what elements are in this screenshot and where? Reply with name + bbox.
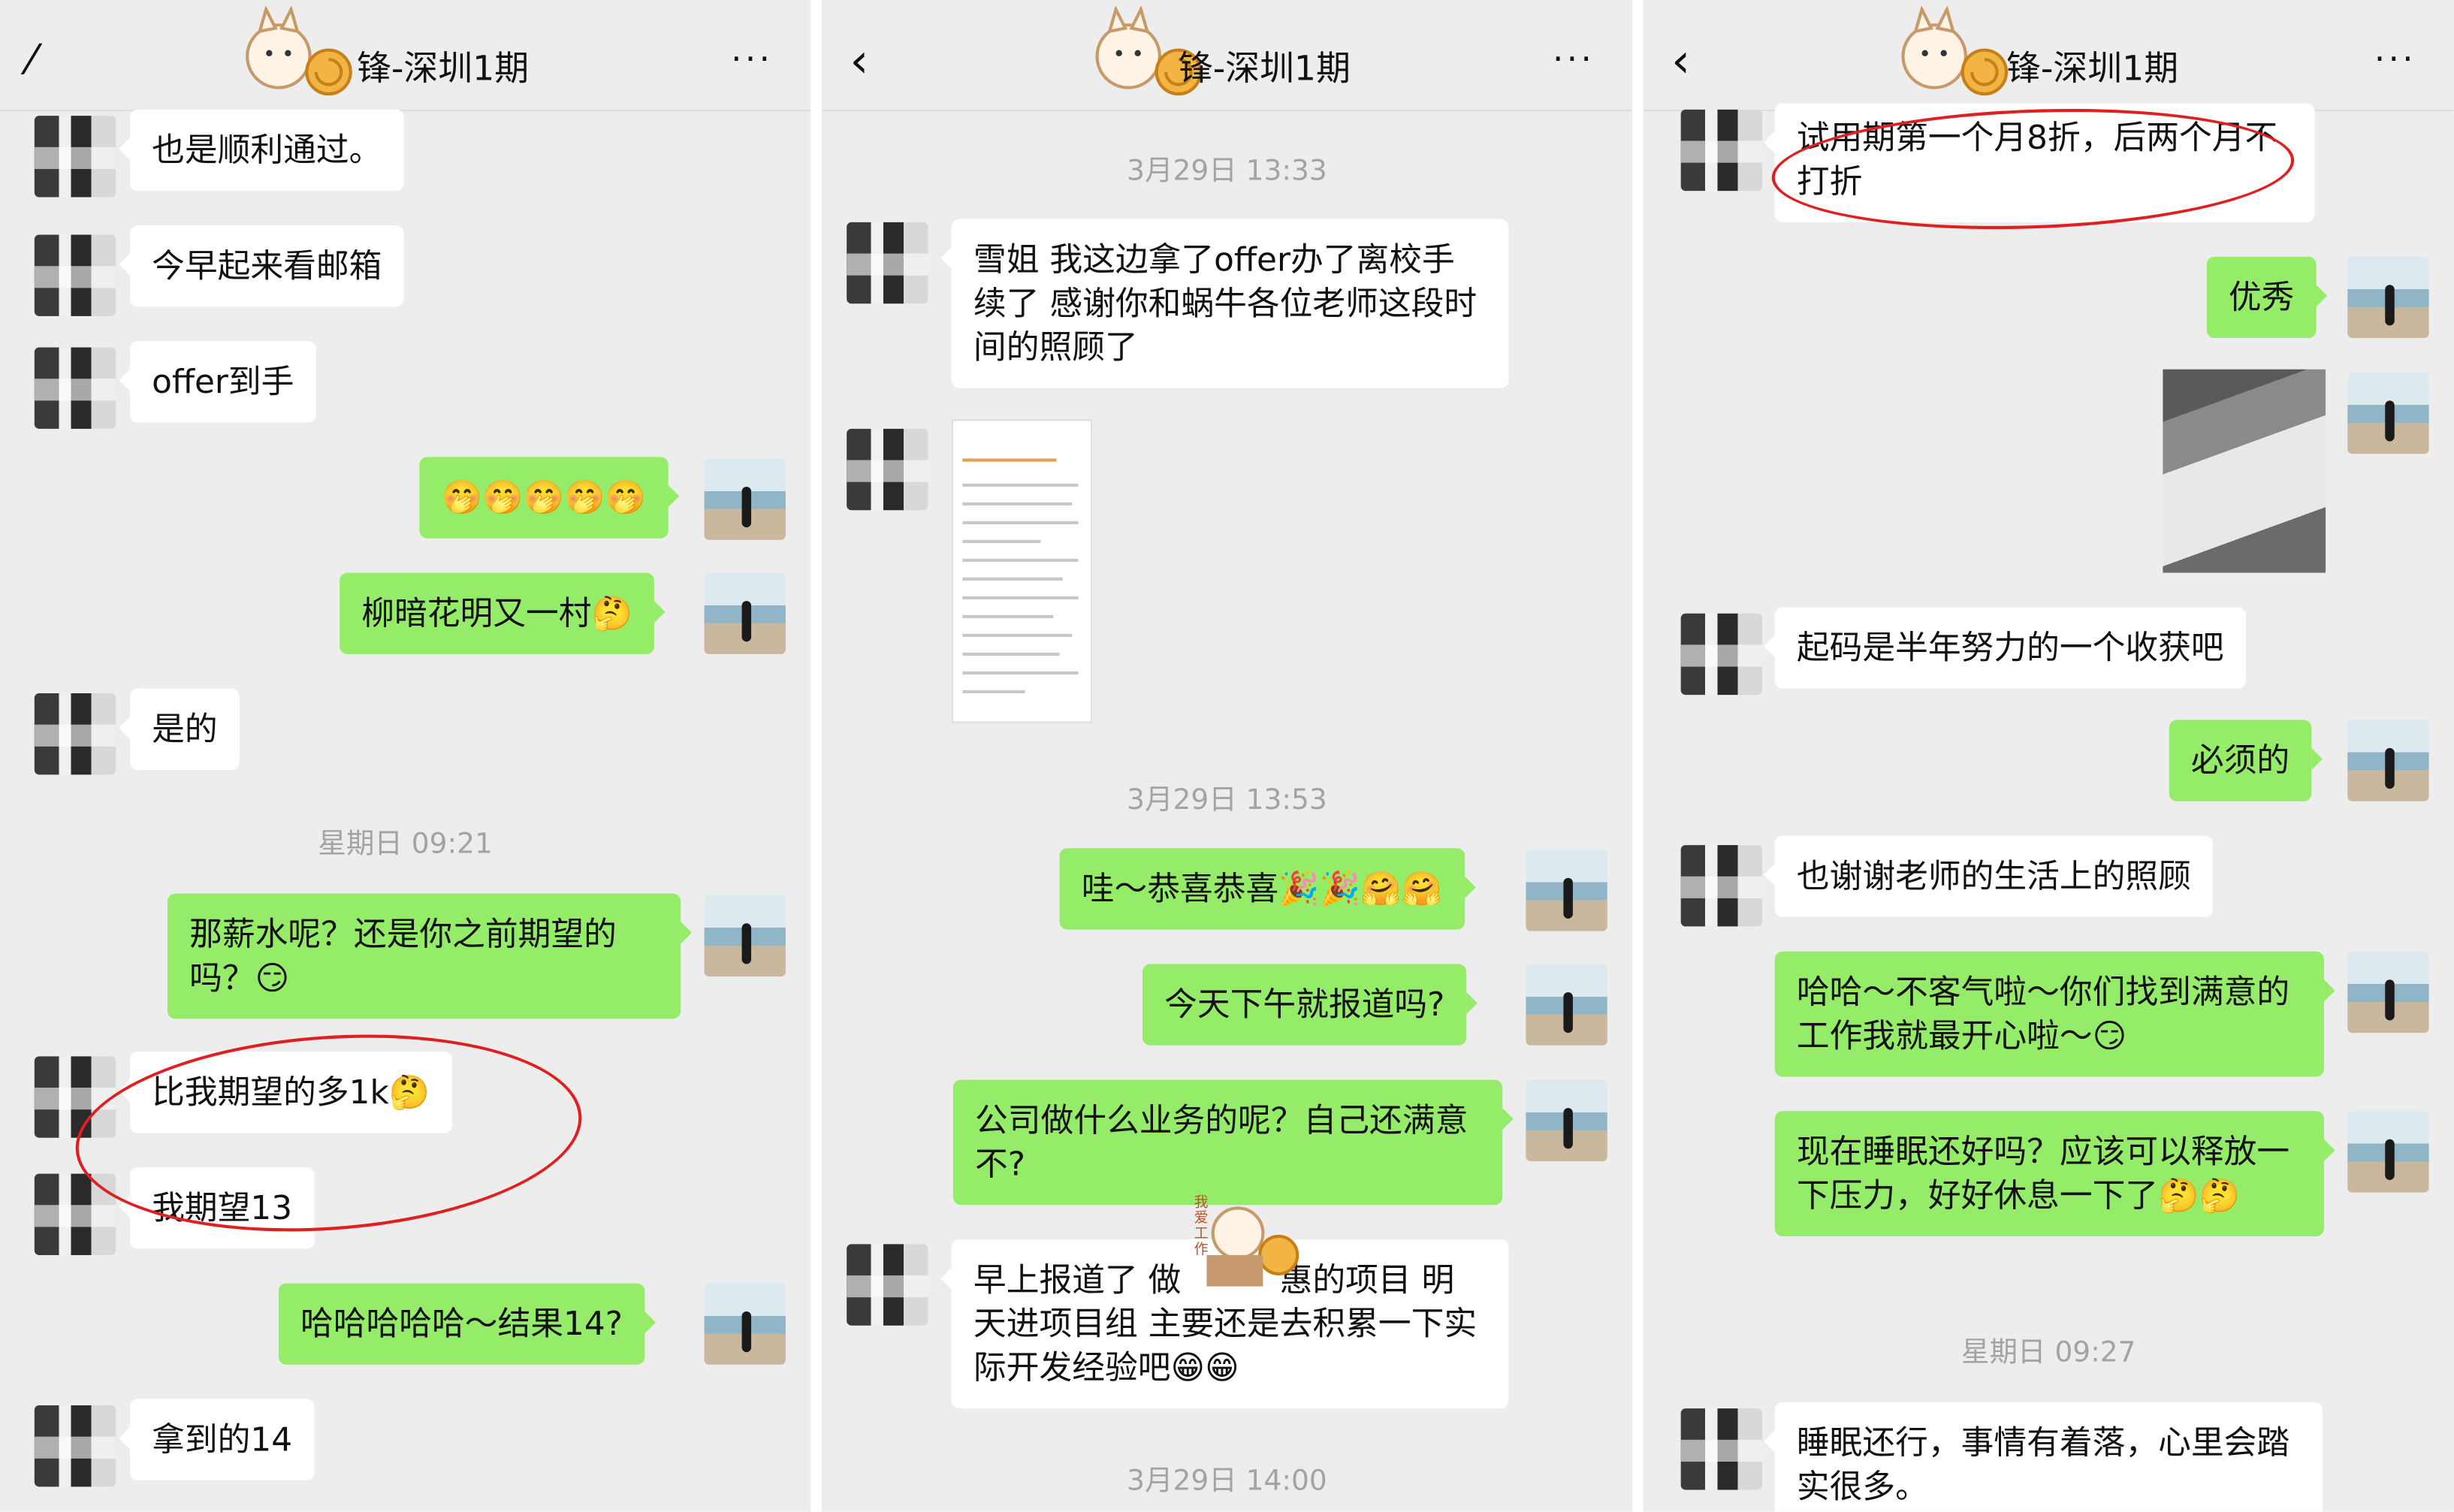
message-bubble[interactable]: 也谢谢老师的生活上的照顾 <box>1764 835 2214 917</box>
message-bubble[interactable]: 今天下午就报道吗? <box>1142 964 1478 1046</box>
chat-panel-2: ‹ 锋-深圳1期 ··· 3月29日 13:33 雪姐 我这边拿了offer办了… <box>821 0 1633 1512</box>
chat-title: 锋-深圳1期 <box>357 50 530 89</box>
message-bubble[interactable]: 公司做什么业务的呢？自己还满意不? <box>952 1079 1514 1206</box>
avatar[interactable] <box>34 347 116 429</box>
avatar[interactable] <box>1526 850 1607 931</box>
chat-title: 锋-深圳1期 <box>1178 50 1351 89</box>
glove-photo[interactable] <box>2163 369 2326 573</box>
avatar[interactable] <box>2347 720 2429 801</box>
more-icon[interactable]: ··· <box>1553 41 1595 80</box>
message-bubble[interactable]: 也是顺利通过。 <box>119 109 404 192</box>
nav-bar: ‹ 锋-深圳1期 ··· <box>1643 0 2454 111</box>
avatar[interactable] <box>704 458 786 540</box>
avatar[interactable] <box>1680 1408 1763 1490</box>
avatar[interactable] <box>2347 951 2429 1034</box>
back-icon[interactable]: ⁄ <box>29 38 35 85</box>
nav-bar: ‹ 锋-深圳1期 ··· <box>821 0 1633 111</box>
message-bubble[interactable]: 现在睡眠还好吗？应该可以释放一下压力，好好休息一下了🤔🤔 <box>1774 1111 2335 1236</box>
avatar[interactable] <box>34 693 116 775</box>
mascot-icon <box>246 6 352 96</box>
message-bubble[interactable]: 优秀 <box>2206 256 2328 339</box>
timestamp: 3月29日 13:53 <box>1127 783 1327 817</box>
avatar[interactable] <box>1680 613 1763 696</box>
chat-title: 锋-深圳1期 <box>2006 50 2179 89</box>
sticker-text: 我爱工作 <box>1194 1195 1209 1259</box>
avatar[interactable] <box>1526 964 1607 1046</box>
avatar[interactable] <box>704 572 786 654</box>
chat-panel-3: ‹ 锋-深圳1期 ··· 试用期第一个月8折，后两个月不打折 优秀 起码是半年努… <box>1643 0 2454 1512</box>
message-bubble[interactable]: 柳暗花明又一村🤔 <box>340 572 666 654</box>
avatar[interactable] <box>1680 109 1763 192</box>
screenshot-collage: ⁄ 锋-深圳1期 ··· 也是顺利通过。 今早起来看邮箱 offer到手 🤭🤭🤭… <box>0 0 2454 1512</box>
message-bubble[interactable]: 是的 <box>119 688 240 771</box>
message-bubble[interactable]: 起码是半年努力的一个收获吧 <box>1764 607 2246 689</box>
timestamp: 3月29日 14:00 <box>1127 1465 1327 1498</box>
avatar[interactable] <box>704 1283 786 1365</box>
message-bubble[interactable]: 哈哈哈哈哈～结果14? <box>278 1283 656 1365</box>
back-icon[interactable]: ‹ <box>850 35 868 89</box>
message-bubble[interactable]: 必须的 <box>2169 720 2323 801</box>
timestamp: 星期日 09:27 <box>1961 1336 2136 1370</box>
message-bubble[interactable]: 睡眠还行，事情有着落，心里会踏实很多。 <box>1764 1402 2323 1512</box>
avatar[interactable] <box>2347 256 2429 339</box>
avatar[interactable] <box>847 428 928 511</box>
avatar[interactable] <box>34 234 116 316</box>
avatar[interactable] <box>34 116 116 198</box>
message-bubble[interactable]: 哈哈～不客气啦～你们找到满意的工作我就最开心啦～😏 <box>1774 951 2335 1077</box>
nav-bar: ⁄ 锋-深圳1期 ··· <box>0 0 811 111</box>
back-icon[interactable]: ‹ <box>1671 35 1690 89</box>
avatar[interactable] <box>847 222 928 304</box>
more-icon[interactable]: ··· <box>731 41 773 80</box>
offer-letter-image[interactable] <box>951 419 1093 723</box>
message-bubble[interactable]: 拿到的14 <box>119 1399 315 1480</box>
message-bubble[interactable]: 哇～恭喜恭喜🎉🎉🤗🤗 <box>1059 848 1475 930</box>
timestamp: 3月29日 13:33 <box>1127 155 1327 189</box>
more-icon[interactable]: ··· <box>2374 41 2416 80</box>
avatar[interactable] <box>1526 1079 1607 1161</box>
timestamp: 星期日 09:21 <box>318 828 493 861</box>
avatar[interactable] <box>1680 845 1763 927</box>
message-bubble[interactable]: 雪姐 我这边拿了offer办了离校手续了 感谢你和蜗牛各位老师这段时间的照顾了 <box>940 219 1509 388</box>
mascot-icon <box>1901 6 2009 96</box>
avatar[interactable] <box>34 1405 116 1487</box>
avatar[interactable] <box>847 1244 928 1326</box>
avatar[interactable] <box>704 895 786 977</box>
message-bubble[interactable]: offer到手 <box>119 341 316 423</box>
chat-panel-1: ⁄ 锋-深圳1期 ··· 也是顺利通过。 今早起来看邮箱 offer到手 🤭🤭🤭… <box>0 0 811 1512</box>
message-bubble[interactable]: 那薪水呢？还是你之前期望的吗？😏 <box>167 893 692 1019</box>
avatar[interactable] <box>2347 372 2429 454</box>
message-bubble[interactable]: 🤭🤭🤭🤭🤭 <box>419 457 679 539</box>
avatar[interactable] <box>2347 1111 2429 1193</box>
message-bubble[interactable]: 今早起来看邮箱 <box>119 225 404 307</box>
